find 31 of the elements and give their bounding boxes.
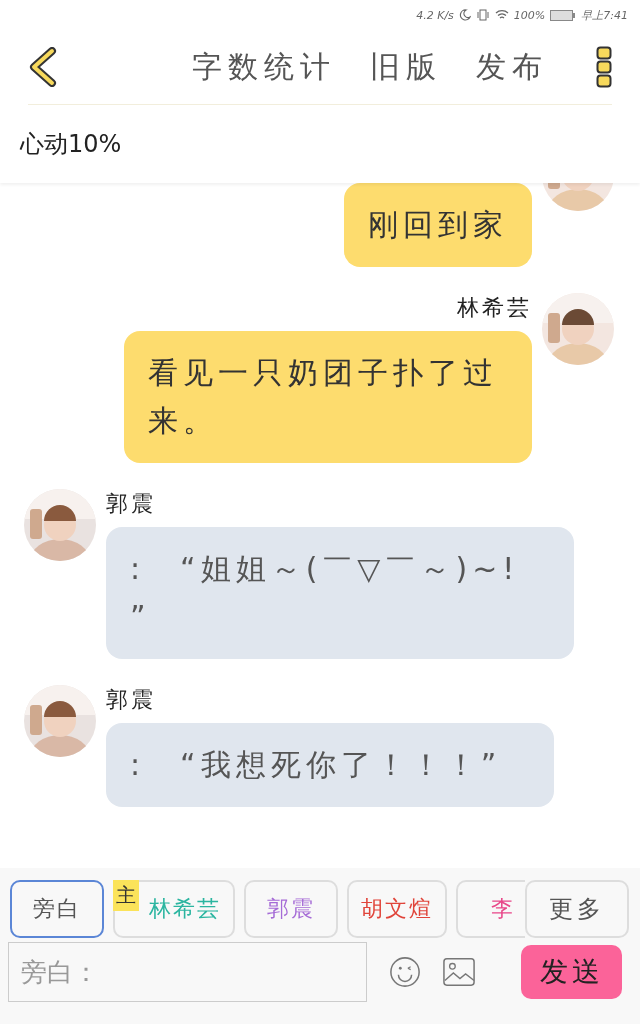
battery-icon	[550, 9, 577, 21]
header-link[interactable]: 旧版	[370, 46, 442, 88]
role-tab[interactable]: 旁白	[10, 880, 104, 938]
role-tab[interactable]: 胡文煊	[347, 880, 447, 938]
header-link[interactable]: 字数统计	[192, 46, 336, 88]
message-input[interactable]: 旁白：	[8, 942, 368, 1002]
moon-icon	[458, 9, 471, 21]
message-bubble: : “姐姐～(￣▽￣～)~! ”	[106, 527, 574, 659]
network-speed: 4.2 K/s	[416, 8, 454, 22]
battery-percent: 100%	[513, 8, 546, 22]
emoji-icon[interactable]	[389, 955, 422, 989]
send-button[interactable]: 发送	[521, 945, 622, 999]
back-icon[interactable]	[28, 47, 58, 87]
clock: 早上7:41	[581, 7, 628, 23]
role-tab[interactable]: 李	[456, 880, 525, 938]
sender-name: 林希芸	[457, 294, 532, 322]
message-bubble: 看见一只奶团子扑了过来。	[124, 331, 532, 463]
image-icon[interactable]	[443, 957, 476, 987]
role-tab[interactable]: 林希芸 主	[113, 880, 235, 938]
sender-name: 郭震	[106, 686, 156, 714]
vibrate-icon	[475, 9, 490, 21]
more-icon[interactable]	[596, 46, 612, 88]
wifi-icon	[494, 9, 509, 21]
sender-name: 郭震	[106, 490, 156, 518]
message-bubble: : “我想死你了！！！”	[106, 723, 554, 807]
main-badge: 主	[113, 880, 139, 911]
header-link[interactable]: 发布	[476, 46, 548, 88]
role-tab[interactable]: 郭震	[244, 880, 338, 938]
message-bubble: 刚回到家	[344, 183, 532, 267]
story-title: 心动10%	[20, 129, 122, 160]
more-button[interactable]: 更多	[525, 880, 629, 938]
